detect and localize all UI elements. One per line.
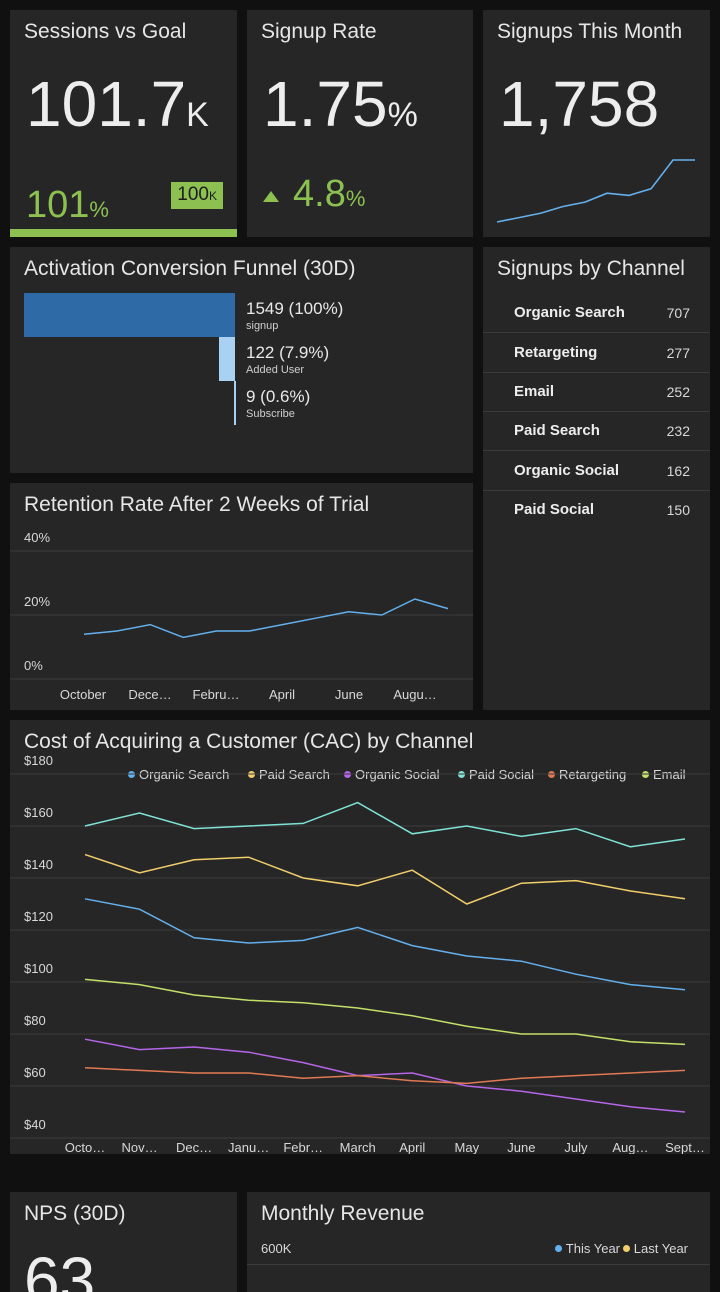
cac-series-line xyxy=(84,1038,686,1113)
channel-value: 150 xyxy=(666,502,690,518)
funnel-bar-subscribe xyxy=(234,381,236,425)
y-tick-label: $40 xyxy=(24,1117,46,1132)
sessions-title: Sessions vs Goal xyxy=(24,20,187,43)
x-tick-label: July xyxy=(564,1140,588,1154)
cac-chart: $180 $160 $140 $120 $100 $80 $60 $40 Octo… Nov… De… xyxy=(10,753,710,1154)
nps-title: NPS (30D) xyxy=(24,1202,126,1225)
nps-tile[interactable]: NPS (30D) 63 xyxy=(10,1192,237,1292)
x-tick-label: Nov… xyxy=(121,1140,157,1154)
y-tick-label: $60 xyxy=(24,1065,46,1080)
sparkline-line xyxy=(496,159,695,223)
legend-this-year[interactable]: This Year xyxy=(554,1241,620,1256)
x-tick-label: Febru… xyxy=(193,687,240,702)
y-tick-label: $120 xyxy=(24,909,53,924)
cac-series-line xyxy=(84,978,686,1046)
x-tick-label: Octo… xyxy=(65,1140,105,1154)
funnel-step-value: 122 (7.9%) xyxy=(246,343,330,362)
signups-month-tile[interactable]: Signups This Month 1,758 xyxy=(483,10,710,237)
retention-tile[interactable]: Retention Rate After 2 Weeks of Trial 40… xyxy=(10,483,473,710)
x-tick-label: Aug… xyxy=(612,1140,648,1154)
monthly-revenue-tile[interactable]: Monthly Revenue 600K This Year Last Year xyxy=(247,1192,710,1292)
goal-badge: 100K xyxy=(171,182,223,209)
channel-name: Paid Search xyxy=(514,422,600,439)
legend-last-year[interactable]: Last Year xyxy=(622,1241,688,1256)
cac-series-line xyxy=(84,898,686,991)
x-tick-label: October xyxy=(60,687,107,702)
retention-chart: 40% 20% 0% October Dece… Febru… April June Augu… xyxy=(10,530,473,702)
revenue-title: Monthly Revenue xyxy=(261,1202,425,1225)
y-tick-label: $80 xyxy=(24,1013,46,1028)
cac-series-line xyxy=(84,801,686,848)
channel-row[interactable]: Email 252 xyxy=(483,372,710,412)
funnel-step-label: signup xyxy=(246,320,279,332)
legend-dot-icon xyxy=(622,1245,630,1253)
x-tick-label: April xyxy=(399,1140,425,1154)
sessions-percent: 101% xyxy=(26,184,109,226)
funnel-step-label: Added User xyxy=(246,364,305,376)
funnel-bar-signup xyxy=(24,293,235,337)
legend-dot-icon xyxy=(554,1245,562,1253)
signups-by-channel-tile[interactable]: Signups by Channel Organic Search 707 Re… xyxy=(483,247,710,710)
channel-value: 277 xyxy=(666,345,690,361)
y-tick-label: 0% xyxy=(24,658,43,673)
y-tick-label: $100 xyxy=(24,961,53,976)
x-tick-label: Janu… xyxy=(228,1140,269,1154)
x-tick-label: March xyxy=(340,1140,376,1154)
channel-name: Organic Search xyxy=(514,304,625,321)
trend-up-icon xyxy=(263,191,279,202)
nps-value: 63 xyxy=(24,1244,96,1292)
x-tick-label: May xyxy=(455,1140,480,1154)
x-tick-label: June xyxy=(335,687,363,702)
x-tick-label: Sept… xyxy=(665,1140,705,1154)
channel-name: Organic Social xyxy=(514,462,620,479)
channel-name: Retargeting xyxy=(514,344,598,361)
y-tick-label: 40% xyxy=(24,530,50,545)
retention-line xyxy=(83,598,449,639)
channel-row[interactable]: Organic Social 162 xyxy=(483,451,710,491)
funnel-step-value: 9 (0.6%) xyxy=(246,387,311,406)
funnel-step-value: 1549 (100%) xyxy=(246,299,344,318)
signup-rate-change: 4.8% xyxy=(293,173,366,215)
channel-value: 252 xyxy=(666,384,690,400)
sessions-value: 101.7K xyxy=(26,68,209,140)
funnel-tile[interactable]: Activation Conversion Funnel (30D) 1549 … xyxy=(10,247,473,473)
goal-progress-bar xyxy=(10,229,237,237)
signup-rate-tile[interactable]: Signup Rate 1.75% 4.8% xyxy=(247,10,473,237)
cac-tile[interactable]: Cost of Acquiring a Customer (CAC) by Ch… xyxy=(10,720,710,1154)
funnel-step-label: Subscribe xyxy=(246,408,295,420)
channel-row[interactable]: Paid Search 232 xyxy=(483,411,710,451)
x-tick-label: April xyxy=(269,687,295,702)
signups-sparkline xyxy=(496,159,695,223)
x-tick-label: Dec… xyxy=(176,1140,212,1154)
revenue-gridline xyxy=(247,1264,710,1265)
cac-series-line xyxy=(84,853,686,905)
channel-value: 232 xyxy=(666,423,690,439)
funnel-title: Activation Conversion Funnel (30D) xyxy=(24,257,356,280)
channel-row[interactable]: Organic Search 707 xyxy=(483,293,710,333)
y-tick-label: 20% xyxy=(24,594,50,609)
y-tick-label: $160 xyxy=(24,805,53,820)
signup-rate-value: 1.75% xyxy=(263,68,418,140)
funnel-bar-added-user xyxy=(219,337,235,381)
channel-name: Email xyxy=(514,383,555,400)
sessions-vs-goal-tile[interactable]: Sessions vs Goal 101.7K 101% 100K xyxy=(10,10,237,237)
signup-rate-title: Signup Rate xyxy=(261,20,377,43)
channel-row[interactable]: Retargeting 277 xyxy=(483,333,710,373)
revenue-y-tick: 600K xyxy=(261,1241,292,1256)
x-tick-label: June xyxy=(507,1140,535,1154)
x-tick-label: Febr… xyxy=(283,1140,323,1154)
x-tick-label: Dece… xyxy=(128,687,171,702)
x-tick-label: Augu… xyxy=(393,687,436,702)
channel-name: Paid Social xyxy=(514,501,595,518)
channel-value: 162 xyxy=(666,463,690,479)
channel-row[interactable]: Paid Social 150 xyxy=(483,490,710,529)
y-tick-label: $140 xyxy=(24,857,53,872)
channels-title: Signups by Channel xyxy=(497,257,685,280)
channel-value: 707 xyxy=(666,305,690,321)
cac-series-line xyxy=(84,1067,686,1085)
y-tick-label: $180 xyxy=(24,753,53,768)
